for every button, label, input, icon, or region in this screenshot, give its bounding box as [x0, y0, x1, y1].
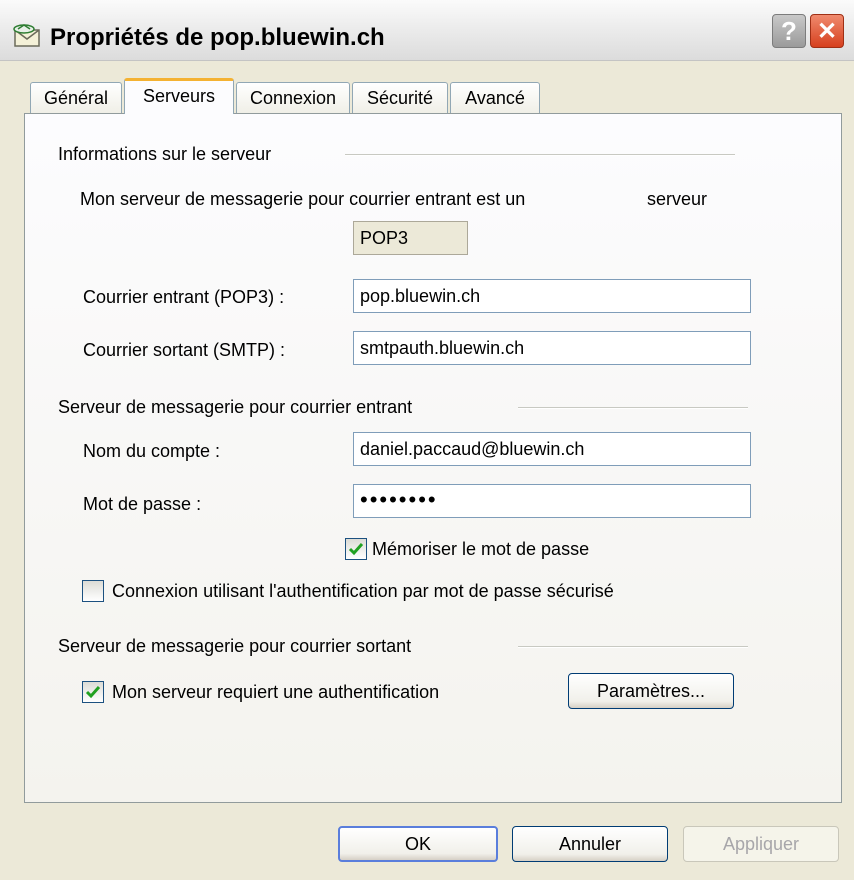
server-info-group-title: Informations sur le serveur — [58, 144, 272, 164]
remember-password-label[interactable]: Mémoriser le mot de passe — [372, 539, 589, 560]
checkmark-icon — [85, 686, 101, 699]
outgoing-server-label: Courrier sortant (SMTP) : — [83, 340, 286, 360]
tab-advanced[interactable]: Avancé — [450, 82, 540, 113]
group-divider — [518, 407, 748, 409]
group-divider — [518, 646, 748, 648]
password-label: Mot de passe : — [83, 494, 202, 514]
window-title: Propriétés de pop.bluewin.ch — [50, 24, 385, 51]
help-button[interactable]: ? — [772, 14, 806, 48]
settings-button[interactable]: Paramètres... — [568, 673, 734, 709]
password-input[interactable]: •••••••• — [353, 484, 751, 518]
spa-checkbox[interactable] — [82, 580, 104, 602]
help-icon: ? — [781, 15, 797, 46]
close-button[interactable]: ✕ — [810, 14, 844, 48]
tab-general[interactable]: Général — [30, 82, 122, 113]
properties-dialog: Propriétés de pop.bluewin.ch ? ✕ Général… — [0, 0, 854, 880]
incoming-type-text: Mon serveur de messagerie pour courrier … — [80, 189, 526, 209]
outgoing-server-input[interactable]: smtpauth.bluewin.ch — [353, 331, 751, 365]
account-name-label: Nom du compte : — [83, 441, 221, 461]
account-name-input[interactable]: daniel.paccaud@bluewin.ch — [353, 432, 751, 466]
apply-button[interactable]: Appliquer — [683, 826, 839, 862]
incoming-mail-group-title: Serveur de messagerie pour courrier entr… — [58, 397, 413, 417]
incoming-server-label: Courrier entrant (POP3) : — [83, 287, 285, 307]
cancel-button[interactable]: Annuler — [512, 826, 668, 862]
incoming-server-type-field: POP3 — [353, 221, 468, 255]
tab-servers[interactable]: Serveurs — [124, 78, 234, 114]
ok-button[interactable]: OK — [338, 826, 498, 862]
outgoing-mail-group-title: Serveur de messagerie pour courrier sort… — [58, 636, 412, 656]
tab-connection[interactable]: Connexion — [236, 82, 350, 113]
remember-password-checkbox[interactable] — [345, 538, 367, 560]
close-icon: ✕ — [816, 17, 838, 45]
tab-security[interactable]: Sécurité — [352, 82, 448, 113]
spa-label[interactable]: Connexion utilisant l'authentification p… — [112, 581, 614, 602]
tab-panel-servers: Informations sur le serveur Mon serveur … — [24, 113, 842, 803]
mail-account-icon — [12, 24, 44, 48]
requires-auth-checkbox[interactable] — [82, 681, 104, 703]
incoming-type-suffix: serveur — [647, 189, 708, 209]
incoming-server-input[interactable]: pop.bluewin.ch — [353, 279, 751, 313]
checkmark-icon — [348, 543, 364, 556]
title-bar[interactable]: Propriétés de pop.bluewin.ch ? ✕ — [0, 0, 854, 61]
group-divider — [345, 154, 735, 156]
requires-auth-label[interactable]: Mon serveur requiert une authentificatio… — [112, 682, 439, 703]
